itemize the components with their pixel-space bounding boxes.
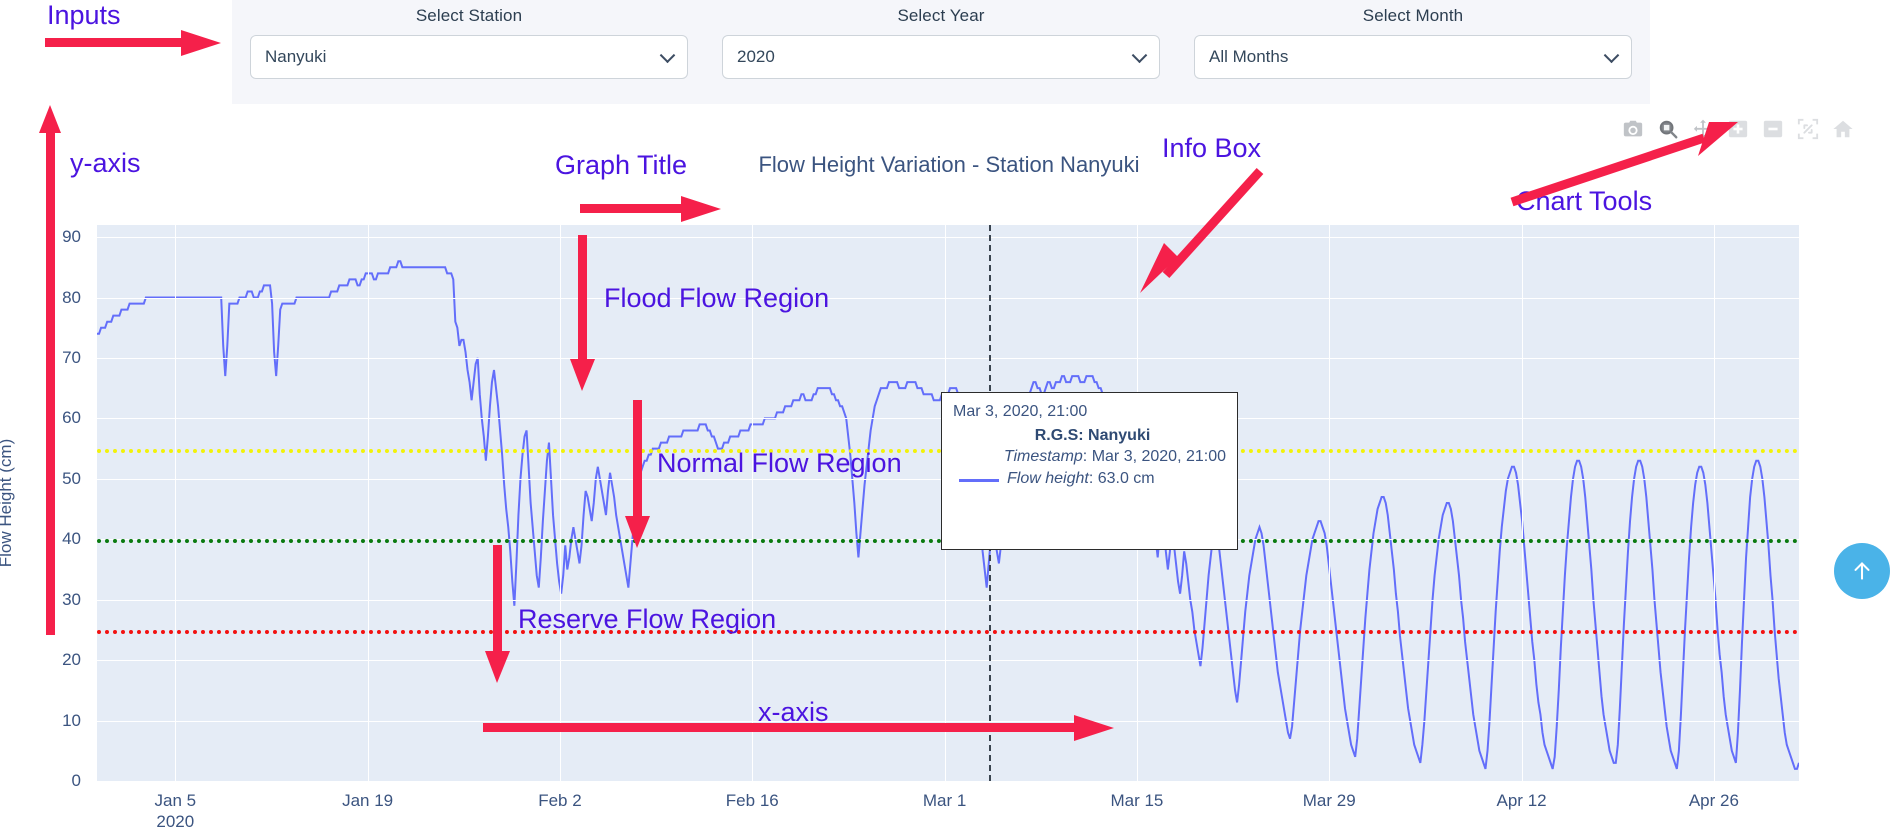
x-axis-tick-label: Feb 2: [538, 791, 582, 810]
station-select-value: Nanyuki: [265, 47, 327, 66]
month-select[interactable]: All Months: [1194, 35, 1632, 79]
info-box-station: R.G.S: Nanyuki: [1034, 426, 1151, 444]
annotation-graph-title: Graph Title: [555, 150, 688, 180]
gridline-horizontal: [97, 781, 1799, 782]
inputs-bar: Select Station Nanyuki Select Year 2020 …: [232, 0, 1650, 104]
y-axis-tick-label: 10: [62, 710, 81, 730]
year-select[interactable]: 2020: [722, 35, 1160, 79]
annotation-reserve-flow-region: Reserve Flow Region: [518, 604, 777, 634]
x-axis-tick-label: Mar 15: [1110, 791, 1164, 810]
annotation-flood-flow-region: Flood Flow Region: [604, 283, 830, 313]
chevron-down-icon: [1131, 47, 1148, 64]
x-axis-tick-label: Jan 19: [342, 791, 394, 810]
x-axis-tick-label: Feb 16: [725, 791, 779, 810]
year-label: Select Year: [897, 6, 985, 25]
station-select[interactable]: Nanyuki: [250, 35, 688, 79]
arrow-info-box: [1130, 165, 1270, 295]
arrow-reserve-flow-region: [485, 545, 519, 685]
info-box: Mar 3, 2020, 21:00 R.G.S: Nanyuki Timest…: [941, 392, 1238, 550]
zoom-out-icon[interactable]: [1762, 118, 1784, 140]
y-axis-tick-label: 0: [71, 771, 81, 790]
chevron-down-icon: [1603, 47, 1620, 64]
page-right-edge: [1890, 0, 1898, 751]
x-axis-tick-label: Mar 29: [1302, 791, 1356, 810]
autoscale-icon[interactable]: [1797, 118, 1819, 140]
annotation-normal-flow-region: Normal Flow Region: [657, 448, 902, 478]
reset-axes-icon[interactable]: [1832, 118, 1854, 140]
info-box-header: Mar 3, 2020, 21:00: [953, 403, 1088, 420]
x-axis-tick-label: Mar 1: [922, 791, 967, 810]
arrow-normal-flow-region: [625, 400, 659, 550]
arrow-up-icon: [1854, 562, 1870, 580]
arrow-graph-title: [580, 192, 725, 226]
month-label: Select Month: [1362, 6, 1464, 25]
arrow-flood-flow-region: [570, 235, 604, 393]
y-axis-tick-label: 20: [62, 650, 81, 670]
legend-swatch-icon: [959, 478, 999, 482]
year-select-value: 2020: [737, 47, 775, 66]
x-axis-tick-label: Apr 12: [1496, 791, 1547, 810]
station-label: Select Station: [415, 6, 523, 25]
year-input-group: Select Year 2020: [722, 0, 1160, 79]
x-axis-tick-label: Apr 26: [1688, 791, 1739, 810]
x-axis-tick-label: Jan 5 2020: [154, 791, 197, 832]
info-box-timestamp: Timestamp: Mar 3, 2020, 21:00: [1003, 448, 1226, 466]
month-select-value: All Months: [1209, 47, 1289, 66]
arrow-x-axis: [483, 715, 1123, 749]
arrow-chart-tools: [1508, 120, 1743, 210]
annotation-info-box: Info Box: [1162, 133, 1262, 163]
scroll-to-top-button[interactable]: [1834, 543, 1890, 599]
station-input-group: Select Station Nanyuki: [250, 0, 688, 79]
info-box-flow-height: Flow height: 63.0 cm: [959, 468, 1226, 490]
chevron-down-icon: [659, 47, 676, 64]
month-input-group: Select Month All Months: [1194, 0, 1632, 79]
y-axis-title: Flow Height (cm): [0, 438, 15, 568]
arrow-inputs: [45, 22, 225, 62]
annotation-y-axis: y-axis: [70, 148, 141, 178]
arrow-y-axis: [38, 105, 64, 635]
